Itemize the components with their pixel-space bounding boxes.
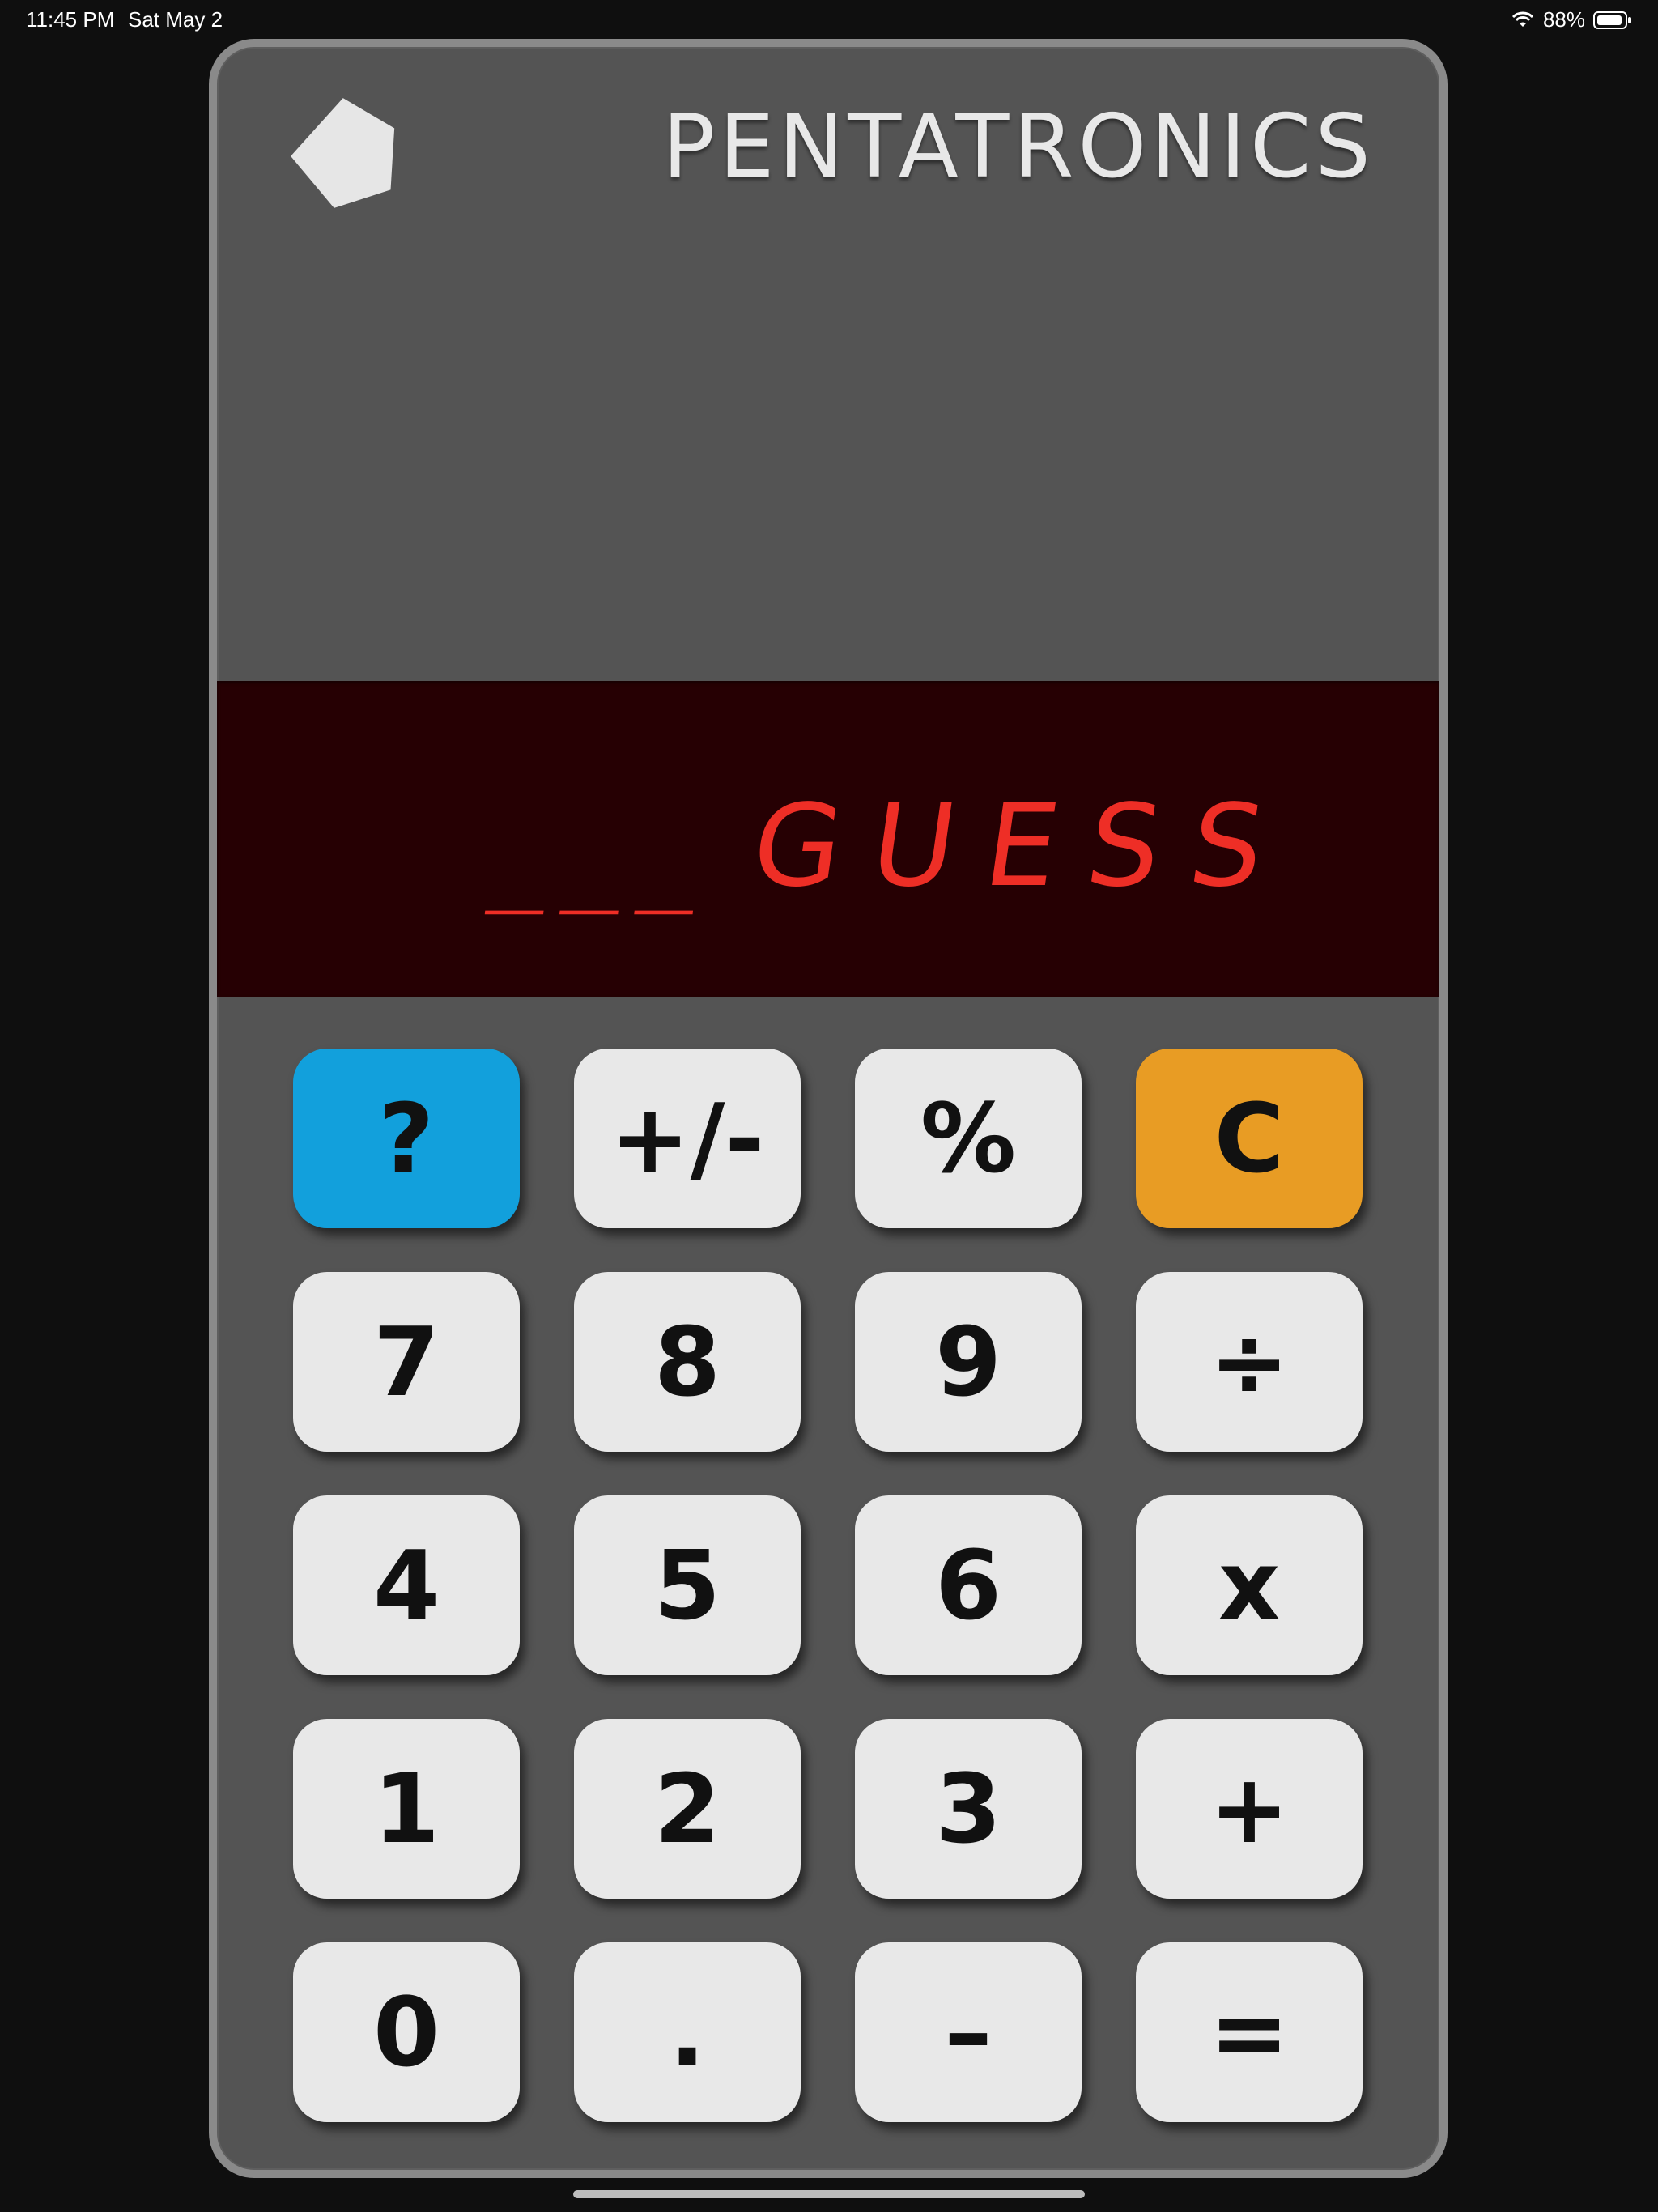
plus-minus-key[interactable]: +/-	[574, 1049, 801, 1228]
keypad: ? +/- % C 7 8 9 ÷ 4 5 6 x 1 2 3 + 0 . – …	[293, 1049, 1370, 2122]
digit-5-key[interactable]: 5	[574, 1495, 801, 1675]
digit-7-key[interactable]: 7	[293, 1272, 520, 1452]
digit-3-key[interactable]: 3	[855, 1719, 1082, 1899]
calculator-body: PENTATRONICS ___ GUESS ? +/- % C 7 8 9 ÷…	[209, 39, 1448, 2178]
multiply-key[interactable]: x	[1136, 1495, 1363, 1675]
pentagon-icon	[291, 98, 395, 208]
percent-key[interactable]: %	[855, 1049, 1082, 1228]
digit-6-key[interactable]: 6	[855, 1495, 1082, 1675]
status-time: 11:45 PM	[26, 7, 115, 32]
display-placeholder: ___	[484, 802, 721, 915]
clear-key[interactable]: C	[1136, 1049, 1363, 1228]
brand-logo: PENTATRONICS	[662, 96, 1375, 198]
led-display: ___ GUESS	[217, 681, 1439, 997]
status-date: Sat May 2	[128, 7, 223, 32]
wifi-icon	[1511, 11, 1534, 27]
divide-key[interactable]: ÷	[1136, 1272, 1363, 1452]
status-bar: 11:45 PM Sat May 2 88%	[0, 0, 1658, 39]
add-key[interactable]: +	[1136, 1719, 1363, 1899]
battery-percentage: 88%	[1542, 7, 1585, 32]
status-right: 88%	[1511, 7, 1632, 32]
digit-1-key[interactable]: 1	[293, 1719, 520, 1899]
display-message: GUESS	[744, 781, 1303, 912]
digit-0-key[interactable]: 0	[293, 1942, 520, 2122]
subtract-key[interactable]: –	[855, 1942, 1082, 2122]
digit-2-key[interactable]: 2	[574, 1719, 801, 1899]
decimal-key[interactable]: .	[574, 1942, 801, 2122]
help-key[interactable]: ?	[293, 1049, 520, 1228]
battery-icon	[1593, 11, 1631, 29]
equals-key[interactable]: =	[1136, 1942, 1363, 2122]
digit-9-key[interactable]: 9	[855, 1272, 1082, 1452]
digit-4-key[interactable]: 4	[293, 1495, 520, 1675]
home-indicator[interactable]	[573, 2190, 1085, 2198]
digit-8-key[interactable]: 8	[574, 1272, 801, 1452]
